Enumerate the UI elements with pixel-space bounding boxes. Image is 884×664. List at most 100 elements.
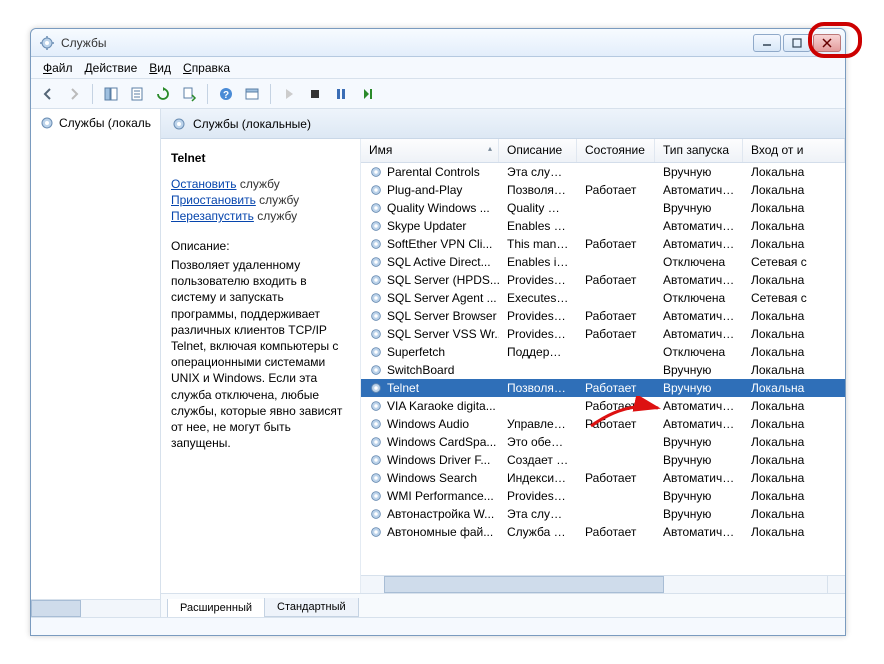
cell-description: Это обесп... xyxy=(499,435,577,449)
table-row[interactable]: Автонастройка W...Эта служб...ВручнуюЛок… xyxy=(361,505,845,523)
table-row[interactable]: SQL Server VSS Wr...Provides th...Работа… xyxy=(361,325,845,343)
tab-standard[interactable]: Стандартный xyxy=(264,598,359,617)
column-name[interactable]: Имя xyxy=(361,139,499,162)
menu-вид[interactable]: Вид xyxy=(143,59,177,77)
cell-name: Plug-and-Play xyxy=(361,183,499,197)
view-button[interactable] xyxy=(241,83,263,105)
cell-description: Executes jo... xyxy=(499,291,577,305)
service-action-link[interactable]: Остановить xyxy=(171,177,237,191)
services-window: Службы ФайлДействиеВидСправка ? Службы (… xyxy=(30,28,846,636)
table-row[interactable]: Skype UpdaterEnables th...Автоматиче...Л… xyxy=(361,217,845,235)
cell-logon: Локальна xyxy=(743,237,845,251)
cell-logon: Локальна xyxy=(743,381,845,395)
cell-logon: Локальна xyxy=(743,435,845,449)
menu-файл[interactable]: Файл xyxy=(37,59,79,77)
cell-logon: Локальна xyxy=(743,345,845,359)
tree-hscrollbar[interactable] xyxy=(31,599,160,617)
menu-справка[interactable]: Справка xyxy=(177,59,236,77)
column-startup-type[interactable]: Тип запуска xyxy=(655,139,743,162)
cell-description: Provides th... xyxy=(499,327,577,341)
cell-startup: Вручную xyxy=(655,489,743,503)
service-action-link[interactable]: Перезапустить xyxy=(171,209,254,223)
table-row[interactable]: SQL Server (HPDS...Provides st...Работае… xyxy=(361,271,845,289)
svg-text:?: ? xyxy=(223,90,229,101)
table-row[interactable]: SQL Server BrowserProvides th...Работает… xyxy=(361,307,845,325)
cell-description: Управлен... xyxy=(499,417,577,431)
tab-extended[interactable]: Расширенный xyxy=(167,599,265,617)
cell-logon: Локальна xyxy=(743,219,845,233)
table-row[interactable]: TelnetПозволяет...РаботаетВручнуюЛокальн… xyxy=(361,379,845,397)
cell-description: Эта служб... xyxy=(499,165,577,179)
maximize-button[interactable] xyxy=(783,34,811,52)
cell-logon: Локальна xyxy=(743,309,845,323)
column-description[interactable]: Описание xyxy=(499,139,577,162)
table-row[interactable]: WMI Performance...Provides p...ВручнуюЛо… xyxy=(361,487,845,505)
help-button[interactable]: ? xyxy=(215,83,237,105)
tree-node-services-local[interactable]: Службы (локаль xyxy=(31,109,160,137)
cell-name: SQL Server Agent ... xyxy=(361,291,499,305)
table-row[interactable]: Parental ControlsЭта служб...ВручнуюЛока… xyxy=(361,163,845,181)
back-button[interactable] xyxy=(37,83,59,105)
cell-startup: Автоматиче... xyxy=(655,273,743,287)
close-button[interactable] xyxy=(813,34,841,52)
table-hscrollbar[interactable] xyxy=(361,576,827,593)
cell-description: Provides th... xyxy=(499,309,577,323)
content-header-title: Службы (локальные) xyxy=(193,117,311,131)
cell-startup: Автоматиче... xyxy=(655,237,743,251)
toolbar: ? xyxy=(31,79,845,109)
cell-startup: Автоматиче... xyxy=(655,309,743,323)
table-row[interactable]: SQL Active Direct...Enables int...Отключ… xyxy=(361,253,845,271)
cell-logon: Локальна xyxy=(743,399,845,413)
table-row[interactable]: Quality Windows ...Quality Wi...ВручнуюЛ… xyxy=(361,199,845,217)
table-row[interactable]: Windows SearchИндексир...РаботаетАвтомат… xyxy=(361,469,845,487)
table-body[interactable]: Parental ControlsЭта служб...ВручнуюЛока… xyxy=(361,163,845,575)
cell-state: Работает xyxy=(577,309,655,323)
titlebar[interactable]: Службы xyxy=(31,29,845,57)
table-row[interactable]: Plug-and-PlayПозволяет...РаботаетАвтомат… xyxy=(361,181,845,199)
service-action-link[interactable]: Приостановить xyxy=(171,193,256,207)
table-row[interactable]: SQL Server Agent ...Executes jo... Отключ… xyxy=(361,289,845,307)
restart-service-button[interactable] xyxy=(356,83,378,105)
cell-description: Позволяет... xyxy=(499,381,577,395)
table-row[interactable]: SuperfetchПоддержи...ОтключенаЛокальна xyxy=(361,343,845,361)
properties-button[interactable] xyxy=(126,83,148,105)
column-logon[interactable]: Вход от и xyxy=(743,139,845,162)
table-row[interactable]: SoftEther VPN Cli...This mana...Работает… xyxy=(361,235,845,253)
pause-service-button[interactable] xyxy=(330,83,352,105)
show-hide-tree-button[interactable] xyxy=(100,83,122,105)
menu-действие[interactable]: Действие xyxy=(79,59,144,77)
cell-logon: Локальна xyxy=(743,165,845,179)
cell-logon: Локальна xyxy=(743,525,845,539)
cell-description: Quality Wi... xyxy=(499,201,577,215)
cell-startup: Автоматиче... xyxy=(655,471,743,485)
content-header: Службы (локальные) xyxy=(161,109,845,139)
service-action-1: Приостановить службу xyxy=(171,193,350,207)
cell-startup: Автоматиче... xyxy=(655,183,743,197)
forward-button[interactable] xyxy=(63,83,85,105)
refresh-button[interactable] xyxy=(152,83,174,105)
cell-name: Автономные фай... xyxy=(361,525,499,539)
table-row[interactable]: Windows AudioУправлен...РаботаетАвтомати… xyxy=(361,415,845,433)
stop-service-button[interactable] xyxy=(304,83,326,105)
table-row[interactable]: Windows Driver F...Создает п...ВручнуюЛо… xyxy=(361,451,845,469)
app-icon xyxy=(39,35,55,51)
export-button[interactable] xyxy=(178,83,200,105)
minimize-button[interactable] xyxy=(753,34,781,52)
cell-description: Поддержи... xyxy=(499,345,577,359)
statusbar xyxy=(31,617,845,635)
table-row[interactable]: Автономные фай...Служба ав...РаботаетАвт… xyxy=(361,523,845,541)
table-row[interactable]: SwitchBoardВручнуюЛокальна xyxy=(361,361,845,379)
start-service-button[interactable] xyxy=(278,83,300,105)
cell-startup: Отключена xyxy=(655,255,743,269)
table-header: Имя Описание Состояние Тип запуска Вход … xyxy=(361,139,845,163)
column-state[interactable]: Состояние xyxy=(577,139,655,162)
cell-logon: Локальна xyxy=(743,471,845,485)
cell-startup: Отключена xyxy=(655,291,743,305)
table-row[interactable]: VIA Karaoke digita...РаботаетАвтоматиче.… xyxy=(361,397,845,415)
cell-name: SQL Server VSS Wr... xyxy=(361,327,499,341)
table-row[interactable]: Windows CardSpa...Это обесп...ВручнуюЛок… xyxy=(361,433,845,451)
cell-description: Индексир... xyxy=(499,471,577,485)
cell-state: Работает xyxy=(577,471,655,485)
cell-name: Windows Search xyxy=(361,471,499,485)
cell-description: Enables int... xyxy=(499,255,577,269)
